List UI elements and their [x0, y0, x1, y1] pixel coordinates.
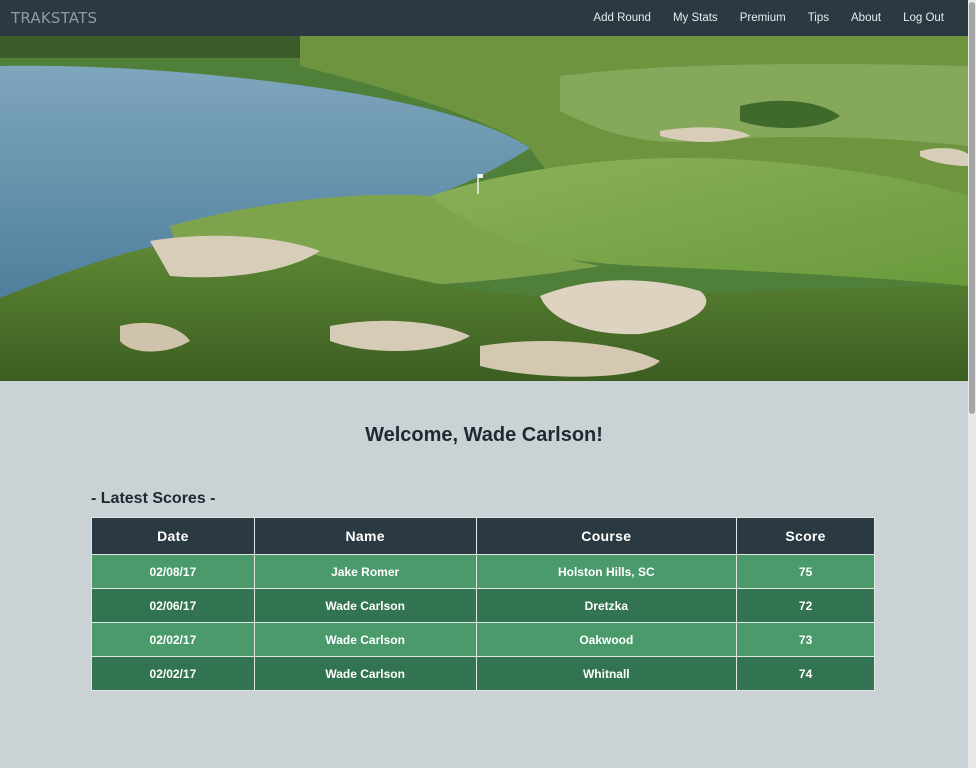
cell-name: Wade Carlson	[253, 588, 477, 623]
scrollbar-thumb[interactable]	[969, 2, 975, 414]
cell-course: Holston Hills, SC	[475, 554, 738, 589]
nav-premium[interactable]: Premium	[740, 12, 786, 24]
cell-name: Wade Carlson	[253, 622, 477, 657]
nav-log-out[interactable]: Log Out	[903, 12, 944, 24]
main-nav: Add Round My Stats Premium Tips About Lo…	[571, 12, 944, 24]
nav-tips[interactable]: Tips	[808, 12, 829, 24]
nav-add-round[interactable]: Add Round	[593, 12, 651, 24]
cell-course: Oakwood	[475, 622, 738, 657]
cell-name: Jake Romer	[253, 554, 477, 589]
nav-my-stats[interactable]: My Stats	[673, 12, 718, 24]
cell-name: Wade Carlson	[253, 656, 477, 691]
golf-course-illustration	[0, 36, 968, 381]
column-header-course: Course	[475, 517, 738, 555]
table-row: 02/02/17 Wade Carlson Whitnall 74	[91, 656, 875, 691]
table-row: 02/02/17 Wade Carlson Oakwood 73	[91, 622, 875, 657]
latest-scores-heading: - Latest Scores -	[91, 490, 216, 507]
cell-score: 72	[736, 588, 875, 623]
cell-score: 75	[736, 554, 875, 589]
cell-score: 73	[736, 622, 875, 657]
cell-score: 74	[736, 656, 875, 691]
column-header-date: Date	[91, 517, 255, 555]
nav-about[interactable]: About	[851, 12, 881, 24]
top-navbar: TRAKSTATS Add Round My Stats Premium Tip…	[0, 0, 968, 36]
column-header-score: Score	[736, 517, 875, 555]
table-row: 02/08/17 Jake Romer Holston Hills, SC 75	[91, 554, 875, 589]
table-header-row: Date Name Course Score	[91, 517, 875, 555]
cell-date: 02/02/17	[91, 622, 255, 657]
latest-scores-table: Date Name Course Score 02/08/17 Jake Rom…	[91, 517, 875, 691]
hero-image	[0, 36, 968, 381]
page-scrollbar[interactable]	[968, 0, 976, 768]
welcome-heading: Welcome, Wade Carlson!	[365, 424, 603, 446]
table-row: 02/06/17 Wade Carlson Dretzka 72	[91, 588, 875, 623]
cell-course: Whitnall	[475, 656, 738, 691]
cell-date: 02/08/17	[91, 554, 255, 589]
cell-date: 02/02/17	[91, 656, 255, 691]
brand-logo[interactable]: TRAKSTATS	[11, 9, 97, 27]
column-header-name: Name	[253, 517, 477, 555]
cell-course: Dretzka	[475, 588, 738, 623]
cell-date: 02/06/17	[91, 588, 255, 623]
